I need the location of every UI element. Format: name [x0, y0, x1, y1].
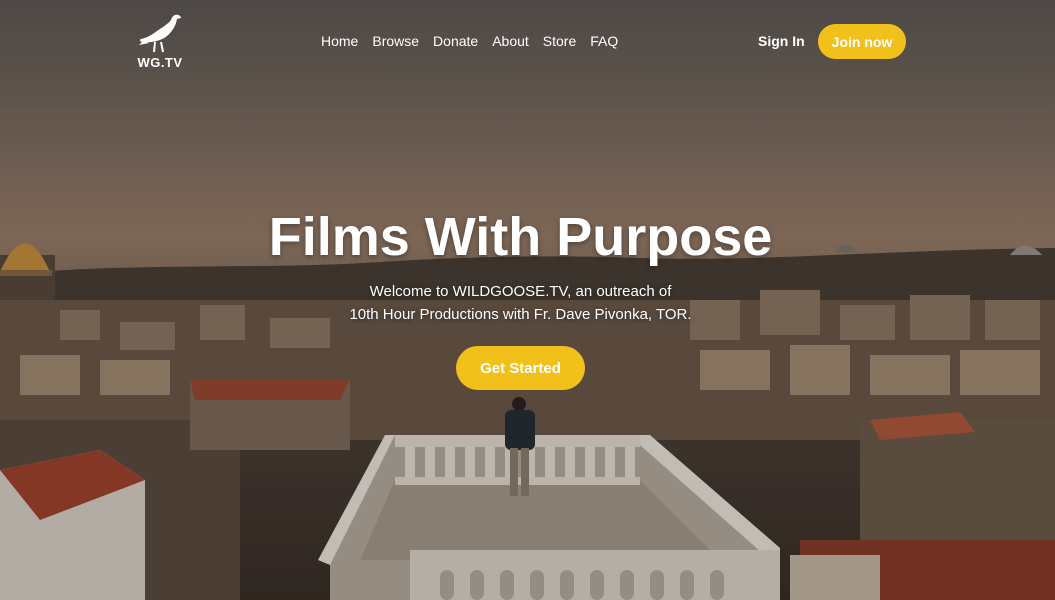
site-logo[interactable]: WG.TV	[132, 12, 188, 72]
nav-faq[interactable]: FAQ	[590, 33, 618, 49]
nav-store[interactable]: Store	[543, 33, 576, 49]
nav-browse[interactable]: Browse	[372, 33, 419, 49]
get-started-button[interactable]: Get Started	[456, 346, 585, 390]
hero-section: WG.TV Home Browse Donate About Store FAQ…	[0, 0, 1055, 600]
hero-subtitle: Welcome to WILDGOOSE.TV, an outreach of …	[0, 280, 1041, 326]
hero-title: Films With Purpose	[268, 207, 773, 267]
nav-donate[interactable]: Donate	[433, 33, 478, 49]
join-now-button[interactable]: Join now	[818, 24, 906, 59]
logo-text: WG.TV	[137, 55, 183, 70]
hero-subtitle-line-2: 10th Hour Productions with Fr. Dave Pivo…	[349, 306, 692, 323]
hero-subtitle-line-1: Welcome to WILDGOOSE.TV, an outreach of	[369, 283, 672, 300]
main-nav: Home Browse Donate About Store FAQ	[321, 33, 618, 49]
goose-icon	[139, 14, 181, 53]
nav-home[interactable]: Home	[321, 33, 358, 49]
nav-about[interactable]: About	[492, 33, 529, 49]
sign-in-link[interactable]: Sign In	[758, 33, 805, 49]
